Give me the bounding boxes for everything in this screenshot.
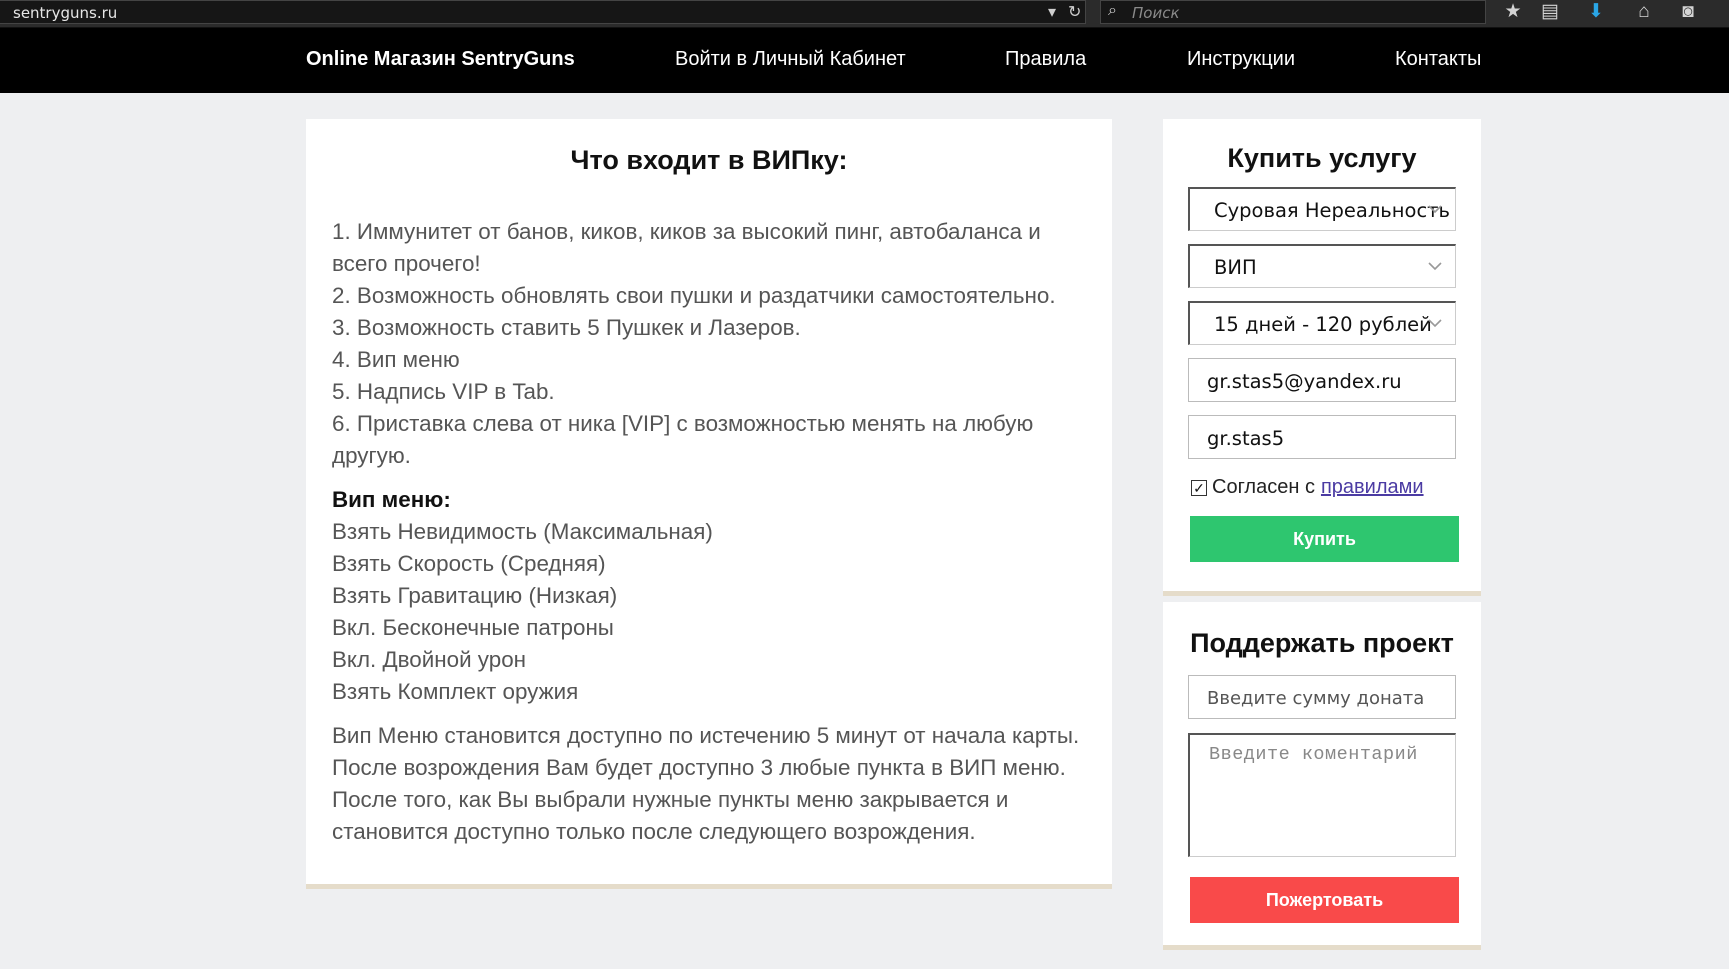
vip-menu-list: Взять Невидимость (Максимальная) Взять С… [332,516,1086,708]
nickname-field[interactable]: gr.stas5 [1188,415,1456,459]
vip-info-card: Что входит в ВИПку: 1. Иммунитет от бано… [306,119,1112,889]
comment-placeholder: Введите коментарий [1209,744,1418,765]
menu-item: Вкл. Бесконечные патроны [332,615,614,640]
agree-label: Согласен с [1212,476,1315,498]
address-url[interactable]: sentryguns.ru [13,4,117,22]
server-select-value: Суровая Нереальность [1214,199,1451,222]
chevron-down-icon [1428,319,1442,328]
donation-amount-input[interactable]: Введите сумму доната [1188,675,1456,719]
donate-title: Поддержать проект [1190,628,1454,658]
menu-item: Взять Комплект оружия [332,679,579,704]
email-field-value: gr.stas5@yandex.ru [1207,370,1402,393]
nav-instructions[interactable]: Инструкции [1187,48,1295,71]
email-field[interactable]: gr.stas5@yandex.ru [1188,358,1456,402]
search-bar[interactable]: ⌕ Поиск [1100,0,1486,24]
feature-item: 5. Надпись VIP в Tab. [332,379,555,404]
site-nav: Online Магазин SentryGuns Войти в Личный… [0,28,1729,93]
chevron-down-icon [1428,205,1442,214]
feature-item: 2. Возможность обновлять свои пушки и ра… [332,283,1056,308]
rules-link[interactable]: правилами [1321,476,1424,499]
period-select-value: 15 дней - 120 рублей [1214,313,1432,336]
donate-button[interactable]: Пожертовать [1190,877,1459,923]
home-icon[interactable]: ⌂ [1631,1,1657,25]
agree-row: ✓ Согласен с правилами [1191,476,1456,499]
pocket-icon[interactable]: ◙ [1675,1,1701,25]
feature-item: 1. Иммунитет от банов, киков, киков за в… [332,219,1041,276]
vip-menu-note: Вип Меню становится доступно по истечени… [332,723,1080,844]
search-icon: ⌕ [1108,2,1117,19]
menu-item: Взять Гравитацию (Низкая) [332,583,618,608]
nickname-field-value: gr.stas5 [1207,427,1285,450]
server-select[interactable]: Суровая Нереальность [1188,187,1456,231]
menu-item: Взять Невидимость (Максимальная) [332,519,713,544]
donation-amount-placeholder: Введите сумму доната [1207,688,1425,709]
reload-icon[interactable]: ↻ [1068,2,1081,22]
privilege-select[interactable]: ВИП [1188,244,1456,288]
search-placeholder: Поиск [1132,4,1180,22]
menu-item: Взять Скорость (Средняя) [332,551,606,576]
feature-item: 6. Приставка слева от ника [VIP] с возмо… [332,411,1034,468]
feature-list: 1. Иммунитет от банов, киков, киков за в… [332,216,1086,472]
comment-textarea[interactable]: Введите коментарий [1188,733,1456,857]
buy-button[interactable]: Купить [1190,516,1459,562]
address-bar[interactable]: sentryguns.ru ▾ ↻ [0,0,1086,24]
nav-contacts[interactable]: Контакты [1395,48,1481,71]
chevron-down-icon [1428,262,1442,271]
agree-checkbox[interactable]: ✓ [1191,479,1207,496]
buy-title: Купить услугу [1227,143,1417,173]
privilege-select-value: ВИП [1214,256,1257,279]
download-arrow-icon[interactable]: ⬇ [1583,1,1609,25]
menu-item: Вкл. Двойной урон [332,647,527,672]
buy-service-card: Купить услугу Суровая Нереальность ВИП 1… [1163,119,1481,596]
browser-toolbar: sentryguns.ru ▾ ↻ ⌕ Поиск ★ ▤ ⬇ ⌂ ◙ [0,0,1729,28]
bookmarks-list-icon[interactable]: ▤ [1537,1,1563,25]
page-title: Что входит в ВИПку: [570,145,848,175]
nav-login[interactable]: Войти в Личный Кабинет [675,48,906,71]
nav-rules[interactable]: Правила [1005,48,1086,71]
period-select[interactable]: 15 дней - 120 рублей [1188,301,1456,345]
feature-item: 3. Возможность ставить 5 Пушкек и Лазеро… [332,315,801,340]
dropdown-arrow-icon[interactable]: ▾ [1048,2,1056,22]
bookmark-star-icon[interactable]: ★ [1500,1,1526,25]
vip-menu-heading: Вип меню: [332,487,451,512]
donate-card: Поддержать проект Введите сумму доната В… [1163,602,1481,950]
feature-item: 4. Вип меню [332,347,460,372]
brand-link[interactable]: Online Магазин SentryGuns [306,48,575,71]
